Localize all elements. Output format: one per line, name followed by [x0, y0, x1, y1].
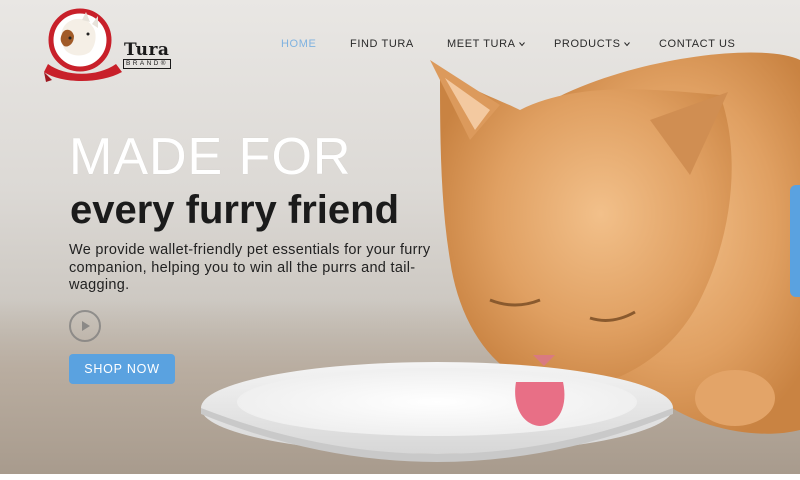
nav-item-label: CONTACT US: [659, 38, 736, 50]
nav-item-products[interactable]: PRODUCTS: [554, 38, 630, 50]
chevron-down-icon: [518, 42, 525, 47]
nav-item-label: MEET TURA: [447, 38, 516, 50]
play-icon: [82, 321, 90, 331]
chevron-down-icon: [623, 42, 630, 47]
logo-subtext: BRAND®: [123, 59, 171, 69]
nav-item-meet-tura[interactable]: MEET TURA: [447, 38, 525, 50]
hero-headline: MADE FOR: [69, 128, 352, 186]
hero-subheadline: every furry friend: [70, 188, 400, 232]
nav-item-label: FIND TURA: [350, 38, 414, 50]
bottom-strip: [0, 474, 800, 480]
play-video-button[interactable]: [69, 310, 101, 342]
hero-banner: Tura BRAND® HOME FIND TURA MEET TURA PRO…: [0, 0, 800, 474]
side-floating-tab[interactable]: [790, 185, 800, 297]
nav-item-label: HOME: [281, 38, 317, 50]
nav-item-contact-us[interactable]: CONTACT US: [659, 38, 736, 50]
main-nav: HOME FIND TURA MEET TURA PRODUCTS CONTAC…: [0, 38, 800, 54]
nav-item-find-tura[interactable]: FIND TURA: [350, 38, 414, 50]
nav-item-home[interactable]: HOME: [281, 38, 316, 50]
shop-now-button[interactable]: SHOP NOW: [69, 354, 175, 384]
hero-description: We provide wallet-friendly pet essential…: [69, 242, 431, 293]
nav-item-label: PRODUCTS: [554, 38, 621, 50]
